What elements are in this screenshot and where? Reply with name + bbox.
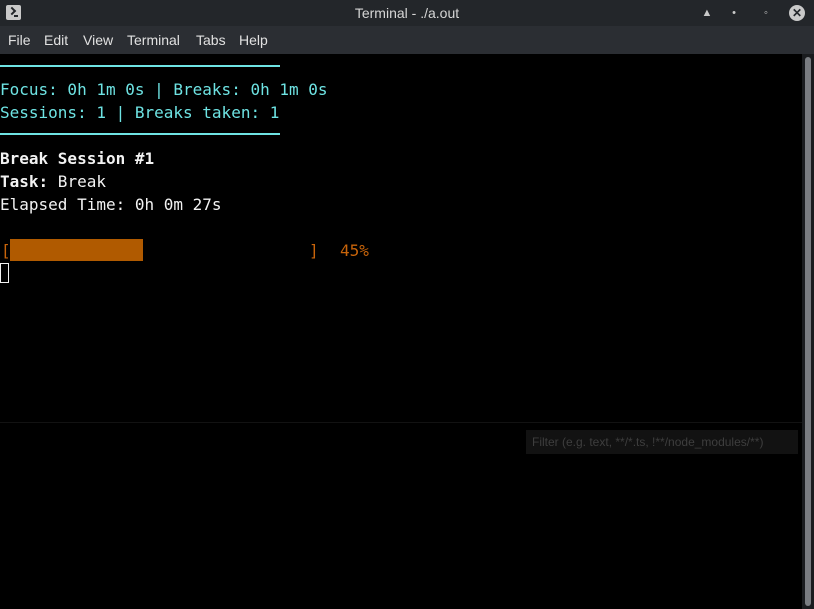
menu-terminal[interactable]: Terminal (127, 32, 180, 48)
session-title: Break Session #1 (0, 149, 155, 168)
menu-tabs[interactable]: Tabs (196, 32, 226, 48)
menu-help[interactable]: Help (239, 32, 268, 48)
menu-file[interactable]: File (8, 32, 31, 48)
elapsed-time: Elapsed Time: 0h 0m 27s (0, 195, 222, 214)
task-line: Task: Break (0, 172, 106, 192)
scrollbar-thumb[interactable] (805, 57, 811, 606)
panel-divider (0, 422, 802, 423)
window-title: Terminal - ./a.out (354, 5, 460, 21)
maximize-button[interactable]: ◦ (757, 4, 775, 22)
terminal-output[interactable]: Focus: 0h 1m 0s | Breaks: 0h 1m 0s Sessi… (0, 54, 802, 609)
shade-button[interactable]: ▲ (698, 4, 716, 22)
menu-bar: File Edit View Terminal Tabs Help (0, 26, 814, 54)
menu-edit[interactable]: Edit (44, 32, 68, 48)
close-button[interactable]: ✕ (789, 5, 805, 21)
focus-summary: Focus: 0h 1m 0s | Breaks: 0h 1m 0s (0, 80, 328, 99)
terminal-cursor (0, 263, 9, 283)
sessions-summary: Sessions: 1 | Breaks taken: 1 (0, 103, 280, 122)
menu-view[interactable]: View (83, 32, 113, 48)
bottom-divider-rule (0, 133, 280, 135)
filter-input[interactable] (526, 430, 798, 454)
task-label: Task: (0, 172, 49, 191)
title-bar: Terminal - ./a.out ▲ • ◦ ✕ (0, 0, 814, 26)
minimize-button[interactable]: • (725, 4, 743, 22)
top-divider-rule (0, 65, 280, 67)
progress-percent: 45% (340, 241, 369, 260)
progress-bar-fill (10, 239, 143, 261)
scrollbar[interactable] (802, 54, 814, 609)
task-value: Break (48, 172, 106, 191)
progress-close-bracket: ] (309, 241, 319, 260)
